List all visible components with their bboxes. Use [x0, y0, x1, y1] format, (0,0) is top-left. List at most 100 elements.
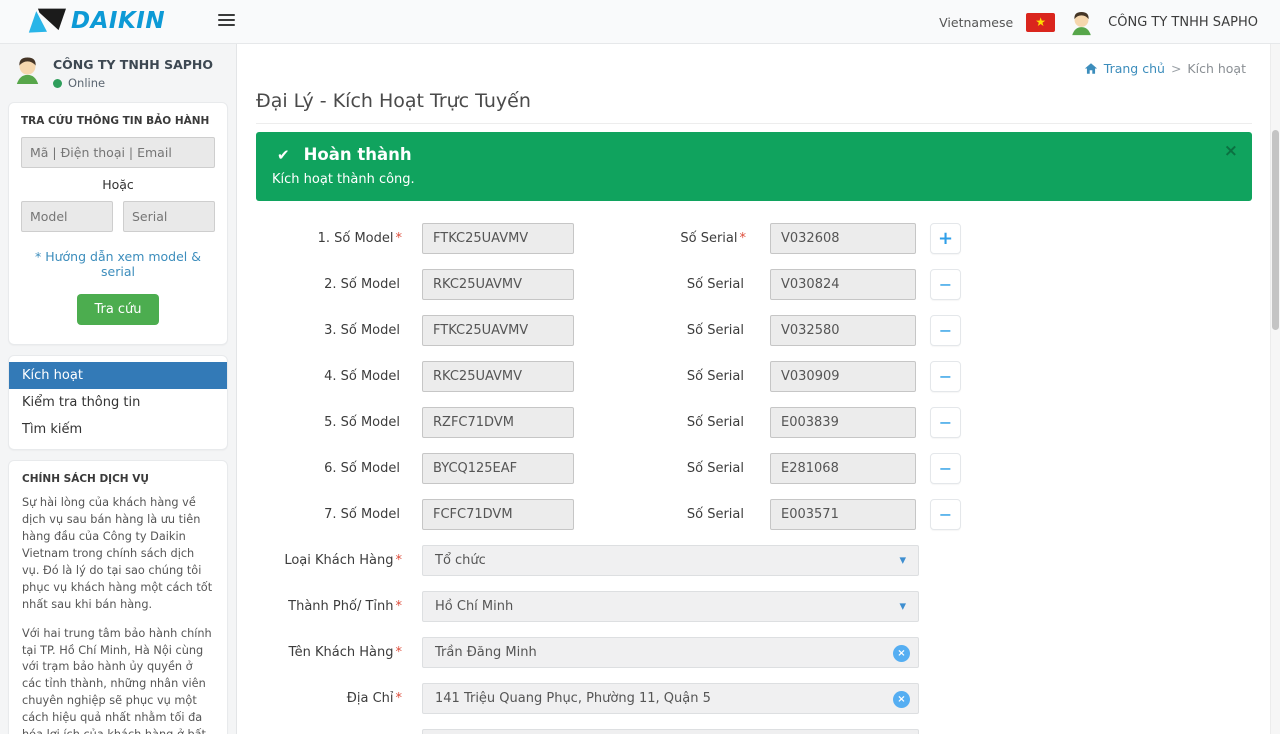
search-button[interactable]: Tra cứu: [77, 294, 158, 325]
policy-title: CHÍNH SÁCH DỊCH VỤ: [22, 473, 214, 485]
serial-search-input[interactable]: [123, 201, 215, 232]
address-label: Địa Chỉ: [347, 691, 394, 706]
sidebar-item-kiem-tra-thong-tin[interactable]: Kiểm tra thông tin: [9, 389, 227, 416]
service-policy-panel: CHÍNH SÁCH DỊCH VỤ Sự hài lòng của khách…: [8, 460, 228, 734]
remove-row-button[interactable]: −: [930, 499, 961, 530]
scrollbar-thumb[interactable]: [1272, 130, 1279, 330]
header-user-name[interactable]: CÔNG TY TNHH SAPHO: [1108, 15, 1258, 30]
model-serial-row-5: 5. Số Model Số Serial −: [256, 407, 1252, 438]
model-serial-row-4: 4. Số Model Số Serial −: [256, 361, 1252, 392]
model-serial-row-2: 2. Số Model Số Serial −: [256, 269, 1252, 300]
remove-row-button[interactable]: −: [930, 361, 961, 392]
model-input[interactable]: [422, 269, 574, 300]
model-input[interactable]: [422, 223, 574, 254]
alert-title: Hoàn thành: [304, 145, 412, 164]
customer-name-input[interactable]: Trần Đăng Minh ×: [422, 637, 919, 668]
customer-name-row: Tên Khách Hàng* Trần Đăng Minh ×: [256, 637, 1252, 668]
warranty-search-panel: TRA CỨU THÔNG TIN BẢO HÀNH Hoặc * Hướng …: [8, 102, 228, 345]
check-icon: ✔: [277, 146, 290, 164]
clear-field-icon[interactable]: ×: [893, 645, 910, 662]
serial-label: Số Serial: [687, 369, 744, 384]
breadcrumb: Trang chủ > Kích hoạt: [1084, 61, 1246, 76]
model-input[interactable]: [422, 407, 574, 438]
sidebar-user-panel: CÔNG TY TNHH SAPHO Online: [0, 44, 236, 98]
activation-form: 1. Số Model* Số Serial* + 2. Số Model Số…: [256, 223, 1252, 734]
sidebar-item-tim-kiem[interactable]: Tìm kiếm: [9, 416, 227, 443]
model-search-input[interactable]: [21, 201, 113, 232]
online-status-label: Online: [68, 76, 105, 90]
model-input[interactable]: [422, 361, 574, 392]
serial-input[interactable]: [770, 407, 916, 438]
header-avatar[interactable]: [1068, 9, 1095, 36]
top-navbar: DAIKIN Vietnamese ★ CÔNG TY TNHH SAPHO: [0, 0, 1280, 44]
model-input[interactable]: [422, 315, 574, 346]
hamburger-menu-icon[interactable]: [218, 14, 235, 28]
vietnam-flag-icon[interactable]: ★: [1026, 13, 1055, 32]
remove-row-button[interactable]: −: [930, 315, 961, 346]
minus-icon: −: [939, 275, 952, 294]
sidebar-menu: Kích hoạt Kiểm tra thông tin Tìm kiếm: [8, 355, 228, 450]
serial-input[interactable]: [770, 315, 916, 346]
model-serial-row-3: 3. Số Model Số Serial −: [256, 315, 1252, 346]
serial-input[interactable]: [770, 269, 916, 300]
model-serial-guide-link[interactable]: * Hướng dẫn xem model & serial: [21, 249, 215, 279]
customer-type-select[interactable]: Tổ chức ▾: [422, 545, 919, 576]
remove-row-button[interactable]: −: [930, 407, 961, 438]
model-label: 4. Số Model: [324, 369, 400, 384]
search-panel-title: TRA CỨU THÔNG TIN BẢO HÀNH: [21, 115, 215, 127]
code-phone-email-input[interactable]: [21, 137, 215, 168]
serial-label: Số Serial: [687, 461, 744, 476]
remove-row-button[interactable]: −: [930, 269, 961, 300]
breadcrumb-home-link[interactable]: Trang chủ: [1104, 61, 1165, 76]
serial-input[interactable]: [770, 499, 916, 530]
vertical-scrollbar[interactable]: [1270, 44, 1280, 734]
serial-input[interactable]: [770, 361, 916, 392]
model-serial-row-7: 7. Số Model Số Serial −: [256, 499, 1252, 530]
home-icon: [1084, 62, 1098, 75]
serial-label: Số Serial: [687, 507, 744, 522]
brand-name: DAIKIN: [71, 8, 165, 34]
alert-close-icon[interactable]: ×: [1224, 143, 1238, 160]
minus-icon: −: [939, 413, 952, 432]
sidebar-item-kich-hoat[interactable]: Kích hoạt: [9, 362, 227, 389]
breadcrumb-separator: >: [1171, 61, 1181, 76]
chevron-down-icon: ▾: [899, 599, 906, 614]
next-field-row-partial: [256, 729, 1252, 734]
customer-type-label: Loại Khách Hàng: [284, 553, 393, 568]
minus-icon: −: [939, 505, 952, 524]
required-mark: *: [396, 231, 403, 246]
serial-label: Số Serial: [687, 277, 744, 292]
serial-input[interactable]: [770, 223, 916, 254]
required-mark: *: [740, 231, 747, 246]
breadcrumb-current: Kích hoạt: [1187, 61, 1246, 76]
address-input[interactable]: 141 Triệu Quang Phục, Phường 11, Quận 5 …: [422, 683, 919, 714]
model-input[interactable]: [422, 499, 574, 530]
address-row: Địa Chỉ* 141 Triệu Quang Phục, Phường 11…: [256, 683, 1252, 714]
language-label[interactable]: Vietnamese: [939, 15, 1013, 30]
sidebar: CÔNG TY TNHH SAPHO Online TRA CỨU THÔNG …: [0, 44, 237, 734]
serial-input[interactable]: [770, 453, 916, 484]
customer-name-label: Tên Khách Hàng: [289, 645, 394, 660]
add-row-button[interactable]: +: [930, 223, 961, 254]
model-input[interactable]: [422, 453, 574, 484]
main-content: Trang chủ > Kích hoạt Đại Lý - Kích Hoạt…: [237, 44, 1280, 734]
customer-type-row: Loại Khách Hàng* Tổ chức ▾: [256, 545, 1252, 576]
daikin-logo[interactable]: DAIKIN: [28, 6, 165, 36]
chevron-down-icon: ▾: [899, 553, 906, 568]
model-label: 6. Số Model: [324, 461, 400, 476]
model-label: 1. Số Model: [318, 231, 394, 246]
model-label: 3. Số Model: [324, 323, 400, 338]
policy-paragraph-1: Sự hài lòng của khách hàng về dịch vụ sa…: [22, 495, 214, 614]
plus-icon: +: [938, 228, 953, 249]
city-row: Thành Phố/ Tỉnh* Hồ Chí Minh ▾: [256, 591, 1252, 622]
city-label: Thành Phố/ Tỉnh: [288, 599, 393, 614]
serial-label: Số Serial: [680, 231, 737, 246]
sidebar-user-name: CÔNG TY TNHH SAPHO: [53, 54, 213, 72]
serial-label: Số Serial: [687, 323, 744, 338]
policy-paragraph-2: Với hai trung tâm bảo hành chính tại TP.…: [22, 626, 214, 734]
remove-row-button[interactable]: −: [930, 453, 961, 484]
minus-icon: −: [939, 367, 952, 386]
clear-field-icon[interactable]: ×: [893, 691, 910, 708]
next-field-input[interactable]: [422, 729, 919, 734]
city-select[interactable]: Hồ Chí Minh ▾: [422, 591, 919, 622]
